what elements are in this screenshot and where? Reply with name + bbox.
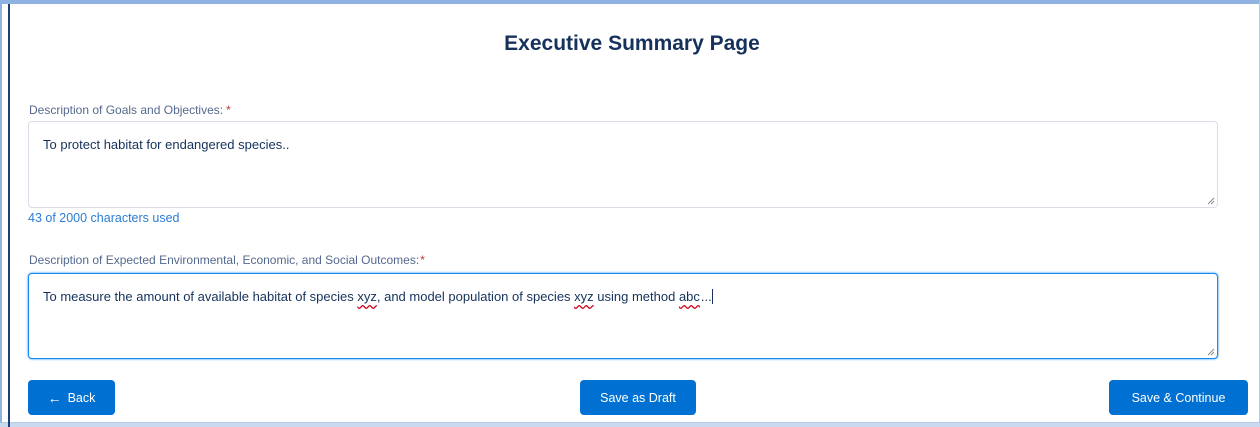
save-as-draft-button[interactable]: Save as Draft <box>580 380 696 415</box>
form-panel: Executive Summary Page Description of Go… <box>0 0 1260 427</box>
panel-left-border <box>8 4 10 427</box>
outcomes-text-part: , and model population of species <box>376 289 575 304</box>
outcomes-text-part: To measure the amount of available habit… <box>43 289 358 304</box>
resize-handle-icon[interactable] <box>1207 197 1215 205</box>
outcomes-text-part: ... <box>700 289 713 304</box>
outcomes-textarea[interactable]: To measure the amount of available habit… <box>28 273 1218 359</box>
required-asterisk: * <box>420 253 425 267</box>
arrow-left-icon: ← <box>47 389 62 406</box>
goals-textarea[interactable]: To protect habitat for endangered specie… <box>28 121 1218 208</box>
misspelled-word: abc <box>678 289 700 304</box>
outcomes-text-part: using method <box>593 289 679 304</box>
goals-text: To protect habitat for endangered specie… <box>43 137 290 152</box>
outcomes-text: To measure the amount of available habit… <box>43 289 713 304</box>
back-button[interactable]: ← Back <box>28 380 115 415</box>
save-and-continue-label: Save & Continue <box>1131 390 1226 405</box>
save-and-continue-button[interactable]: Save & Continue <box>1109 380 1248 415</box>
page-title: Executive Summary Page <box>504 32 760 55</box>
goals-label-text: Description of Goals and Objectives: <box>29 103 224 117</box>
save-as-draft-label: Save as Draft <box>600 390 676 405</box>
outcomes-label: Description of Expected Environmental, E… <box>29 253 425 267</box>
required-asterisk: * <box>226 103 231 117</box>
resize-handle-icon[interactable] <box>1207 348 1215 356</box>
misspelled-word: xyz <box>357 289 377 304</box>
character-counter: 43 of 2000 characters used <box>28 211 180 225</box>
outcomes-label-text: Description of Expected Environmental, E… <box>29 253 420 267</box>
misspelled-word: xyz <box>574 289 594 304</box>
back-button-label: Back <box>67 390 96 405</box>
goals-label: Description of Goals and Objectives: * <box>29 103 231 117</box>
